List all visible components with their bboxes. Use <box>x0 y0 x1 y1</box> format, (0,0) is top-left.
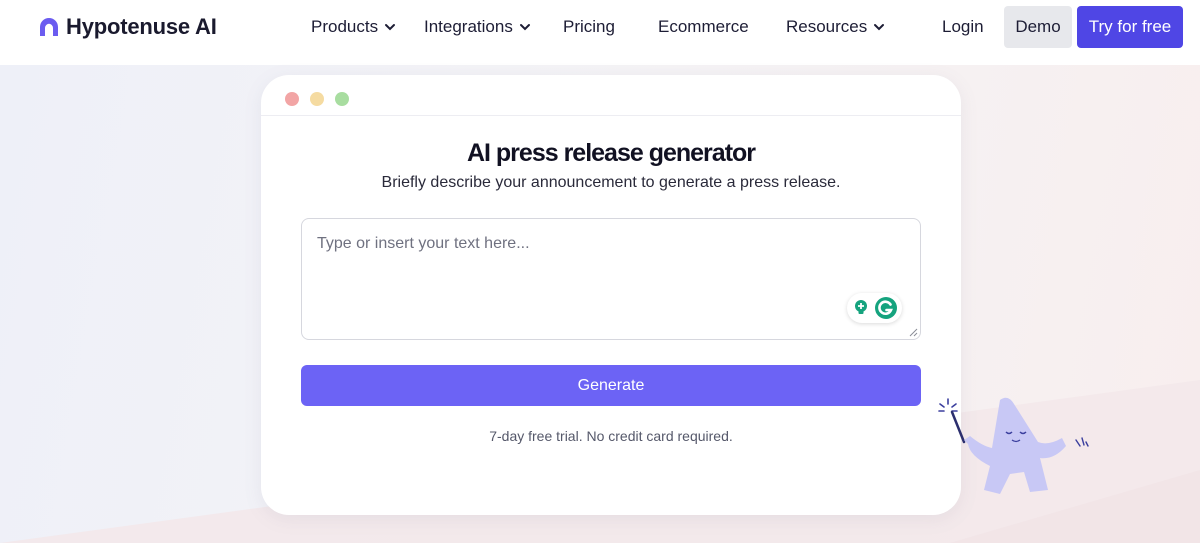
page-title: AI press release generator <box>466 139 756 167</box>
demo-button[interactable]: Demo <box>1004 6 1072 48</box>
window-dot-yellow-icon <box>310 92 324 106</box>
top-navigation: Hypotenuse AI Products Integrations Pric… <box>0 0 1200 65</box>
nav-pricing[interactable]: Pricing <box>563 17 615 37</box>
resize-handle-icon[interactable] <box>908 327 918 337</box>
brand-logo[interactable]: Hypotenuse AI <box>38 14 217 40</box>
nav-login-label: Login <box>942 17 984 36</box>
grammarly-widget[interactable] <box>847 293 902 323</box>
chevron-down-icon <box>874 24 885 31</box>
window-titlebar <box>261 75 961 116</box>
brand-name: Hypotenuse AI <box>66 14 217 39</box>
nav-products[interactable]: Products <box>311 17 396 37</box>
announcement-input-container <box>301 218 921 340</box>
window-dot-red-icon <box>285 92 299 106</box>
hypotenuse-logo-icon <box>40 18 58 36</box>
try-for-free-button[interactable]: Try for free <box>1077 6 1183 48</box>
nav-resources-label: Resources <box>786 17 868 36</box>
free-trial-note: 7-day free trial. No credit card require… <box>489 428 733 444</box>
nav-integrations-label: Integrations <box>424 17 513 36</box>
chevron-down-icon <box>519 24 530 31</box>
lightbulb-icon[interactable] <box>851 298 871 318</box>
wizard-mascot-icon <box>938 397 1089 494</box>
announcement-input[interactable] <box>302 219 920 339</box>
nav-pricing-label: Pricing <box>563 17 615 36</box>
nav-login[interactable]: Login <box>942 17 984 37</box>
nav-ecommerce[interactable]: Ecommerce <box>658 17 749 37</box>
nav-ecommerce-label: Ecommerce <box>658 17 749 36</box>
nav-resources[interactable]: Resources <box>786 17 885 37</box>
nav-integrations[interactable]: Integrations <box>424 17 531 37</box>
generator-card: AI press release generator Briefly descr… <box>261 75 961 515</box>
generate-button[interactable]: Generate <box>301 365 921 406</box>
grammarly-icon[interactable] <box>874 296 898 320</box>
page-subtitle: Briefly describe your announcement to ge… <box>381 174 841 191</box>
chevron-down-icon <box>385 24 396 31</box>
window-dot-green-icon <box>335 92 349 106</box>
nav-products-label: Products <box>311 17 379 36</box>
